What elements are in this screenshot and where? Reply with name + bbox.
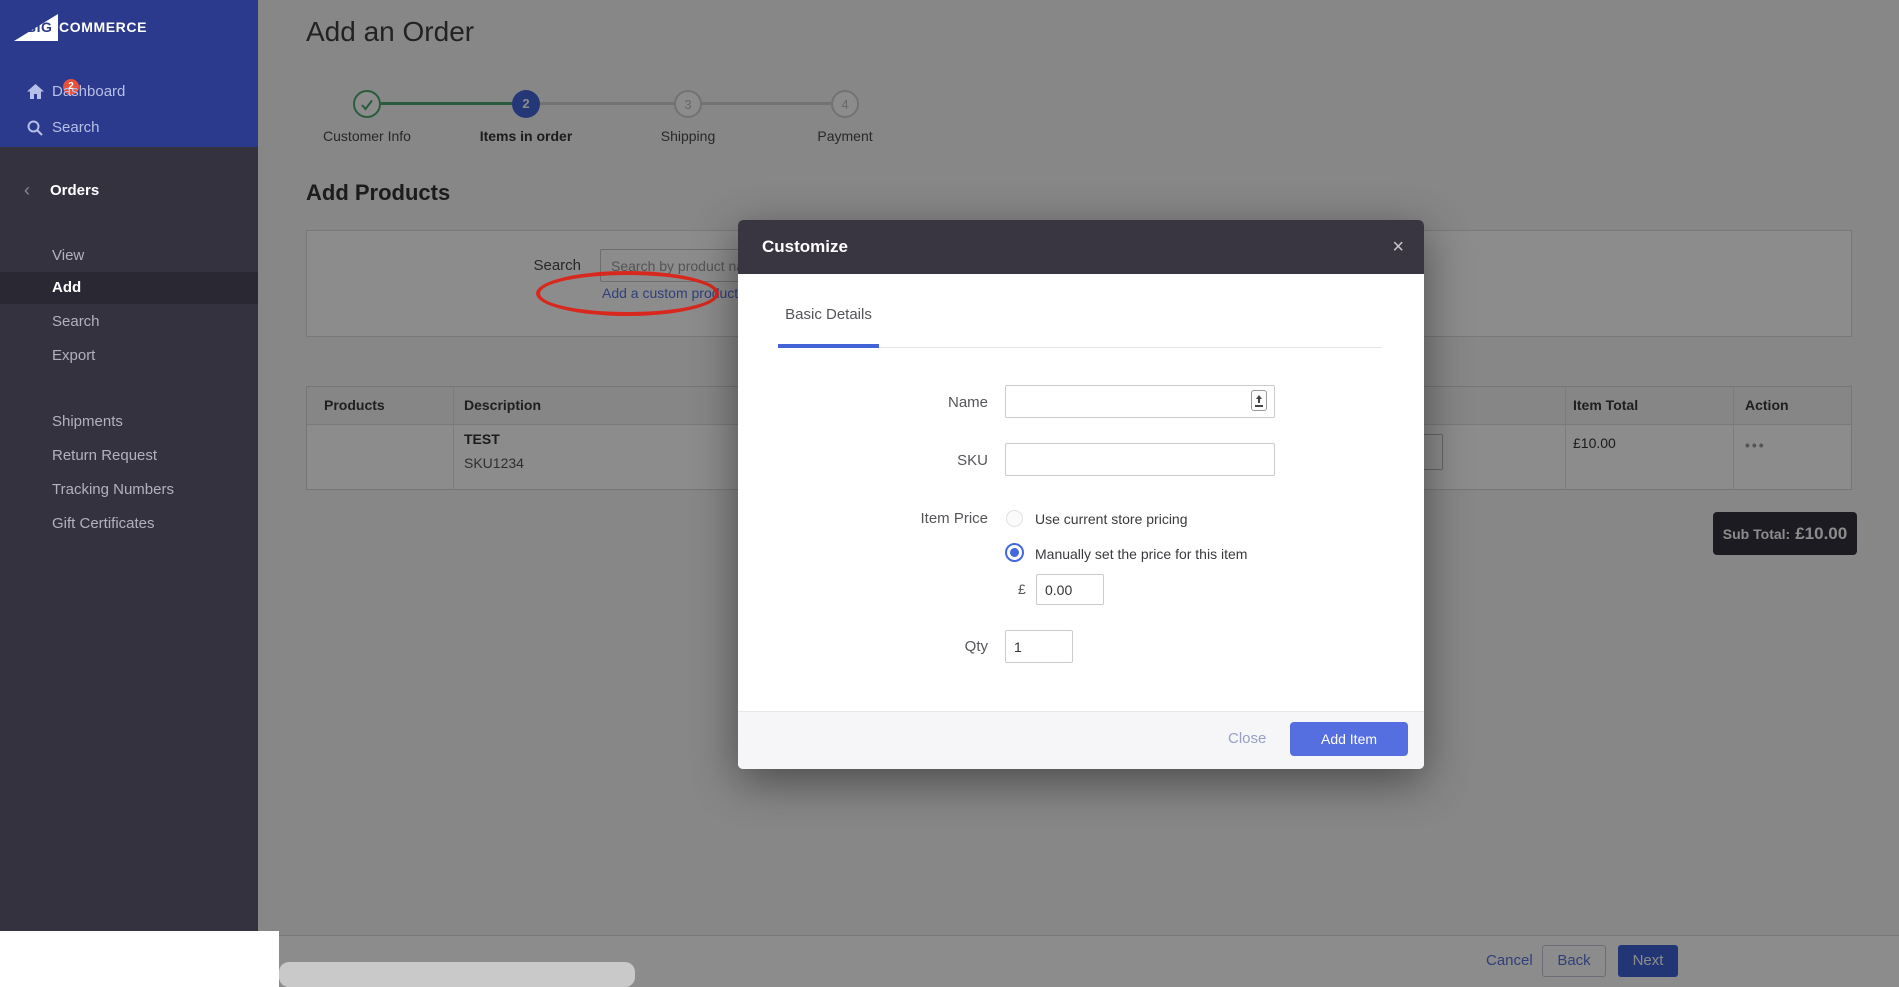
sidebar-item-view[interactable]: View xyxy=(0,240,258,272)
modal-title: Customize xyxy=(762,220,848,274)
name-input[interactable] xyxy=(1005,385,1275,418)
modal-tab-bar: Basic Details xyxy=(778,290,1382,348)
close-icon[interactable]: × xyxy=(1392,220,1404,274)
sidebar-item-dashboard[interactable]: 2 Dashboard xyxy=(0,76,258,108)
item-price-label: Item Price xyxy=(738,510,988,527)
sku-input[interactable] xyxy=(1005,443,1275,476)
radio-manual-price-label[interactable]: Manually set the price for this item xyxy=(1035,546,1247,562)
add-item-button[interactable]: Add Item xyxy=(1290,722,1408,756)
sidebar-item-gift-certificates[interactable]: Gift Certificates xyxy=(0,508,258,540)
sku-field-label: SKU xyxy=(738,452,988,469)
price-input[interactable] xyxy=(1036,574,1104,605)
horizontal-scrollbar-thumb[interactable] xyxy=(279,962,635,987)
app-window: BIG COMMERCE 2 Dashboard Search ‹ Orders xyxy=(0,0,1899,987)
logo-text-commerce: COMMERCE xyxy=(59,19,147,35)
sidebar-item-shipments[interactable]: Shipments xyxy=(0,406,258,438)
sidebar: BIG COMMERCE 2 Dashboard Search ‹ Orders xyxy=(0,0,258,987)
orders-section-header[interactable]: ‹ Orders xyxy=(0,177,258,207)
red-annotation-ellipse xyxy=(536,271,719,316)
modal-footer: Close Add Item xyxy=(738,711,1424,769)
search-icon xyxy=(27,120,43,141)
modal-close-button[interactable]: Close xyxy=(1228,730,1266,747)
currency-symbol: £ xyxy=(1018,581,1026,597)
name-field-label: Name xyxy=(738,394,988,411)
modal-header: Customize × xyxy=(738,220,1424,274)
chevron-left-icon[interactable]: ‹ xyxy=(24,180,30,201)
sidebar-item-tracking-numbers[interactable]: Tracking Numbers xyxy=(0,474,258,506)
tab-basic-details[interactable]: Basic Details xyxy=(778,290,879,348)
bottom-left-white-panel xyxy=(0,931,279,987)
sidebar-item-search[interactable]: Search xyxy=(0,112,258,144)
dashboard-label: Dashboard xyxy=(52,83,125,100)
sidebar-header: BIG COMMERCE 2 Dashboard Search xyxy=(0,0,258,147)
logo-text-big: BIG xyxy=(26,19,52,35)
customize-modal: Customize × Basic Details Name SKU Item … xyxy=(738,220,1424,769)
radio-manual-price[interactable] xyxy=(1005,543,1024,562)
qty-field-label: Qty xyxy=(738,638,988,655)
sidebar-item-return-request[interactable]: Return Request xyxy=(0,440,258,472)
autofill-icon[interactable] xyxy=(1251,390,1267,411)
sidebar-item-search-orders[interactable]: Search xyxy=(0,306,258,338)
sidebar-item-add[interactable]: Add xyxy=(0,272,258,304)
radio-use-store-pricing[interactable] xyxy=(1006,510,1023,527)
orders-section-title: Orders xyxy=(50,182,99,199)
search-label: Search xyxy=(52,119,100,136)
home-icon: 2 xyxy=(27,84,44,104)
sidebar-item-export[interactable]: Export xyxy=(0,340,258,372)
radio-use-store-pricing-label[interactable]: Use current store pricing xyxy=(1035,511,1188,527)
bigcommerce-logo: BIG COMMERCE xyxy=(14,12,174,42)
qty-input[interactable] xyxy=(1005,630,1073,663)
